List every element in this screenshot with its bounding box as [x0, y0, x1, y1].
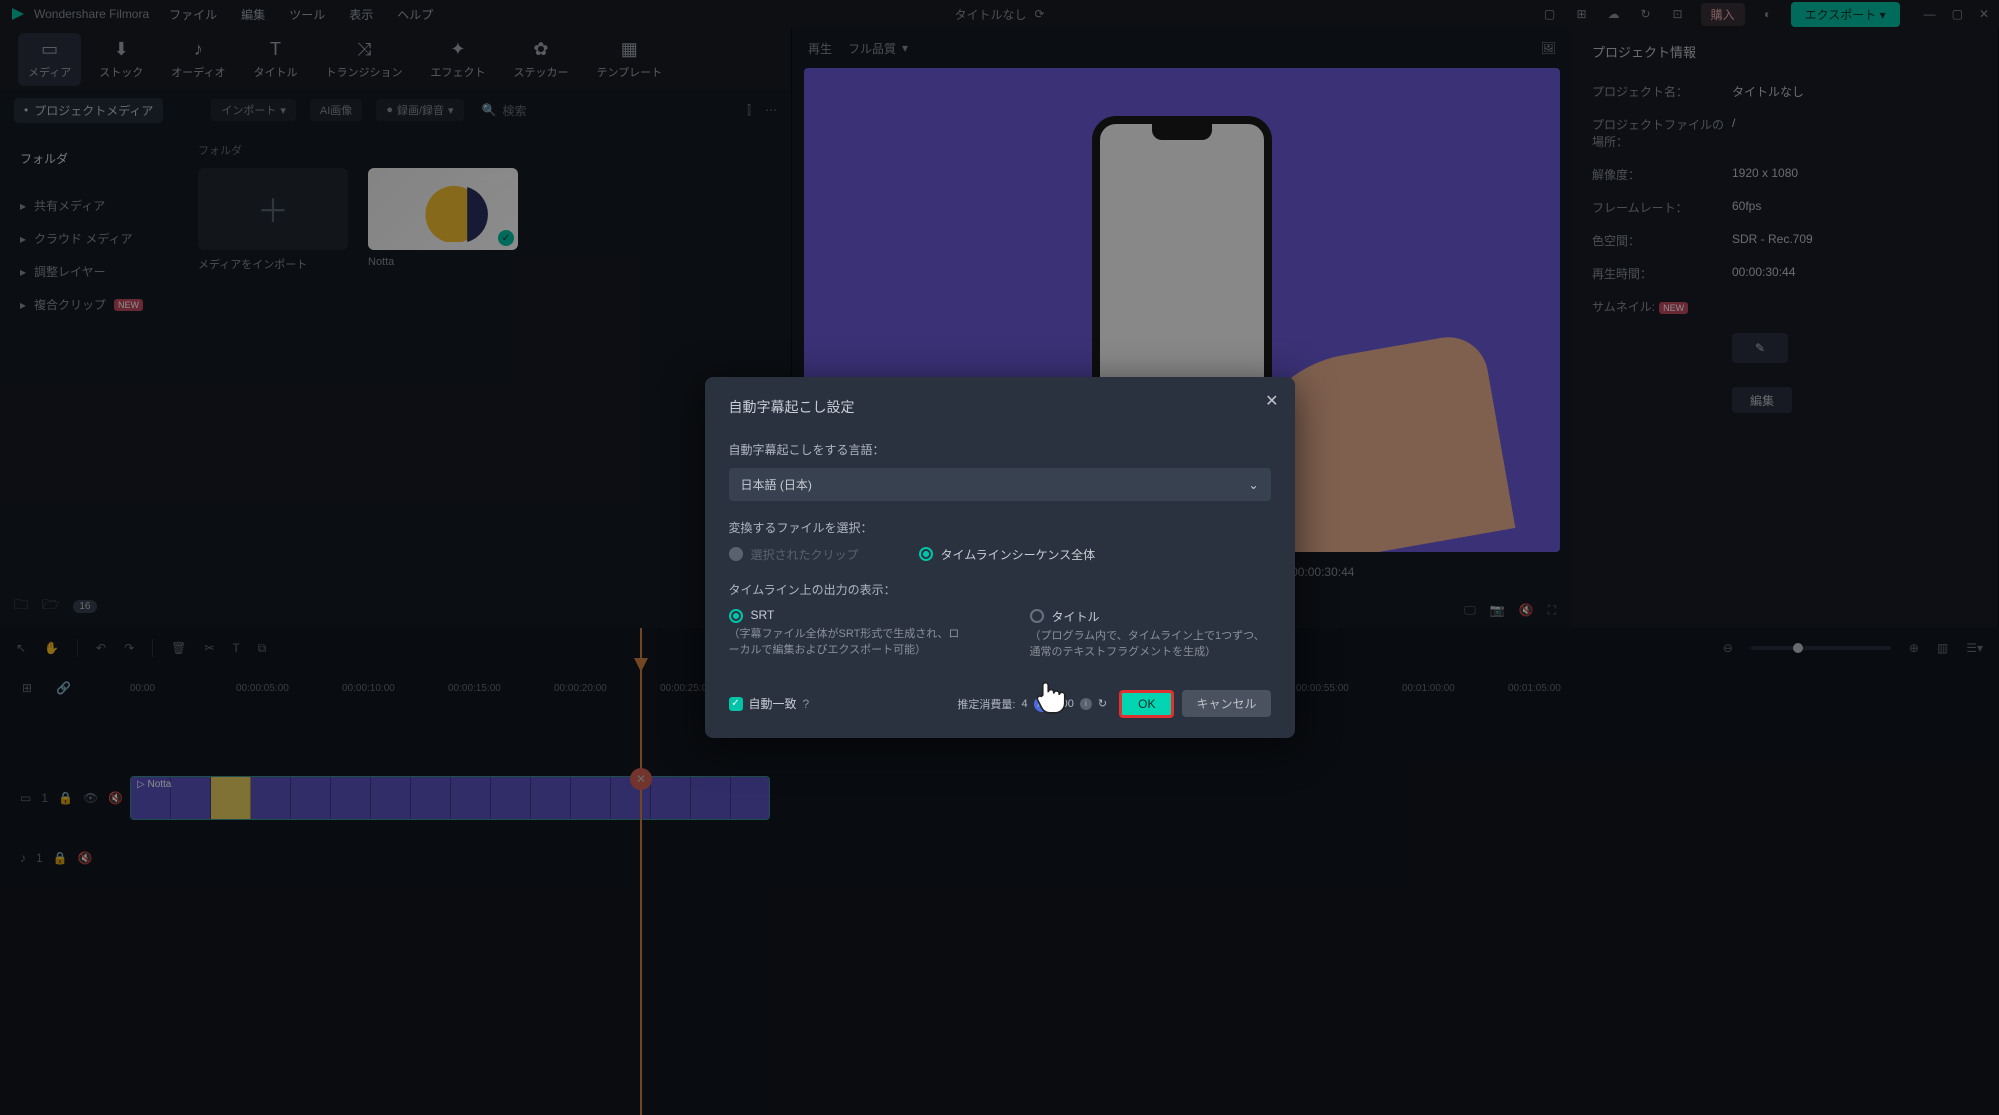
chevron-down-icon: ⌄ — [1248, 478, 1258, 492]
cost-value: 4 — [1021, 698, 1027, 710]
radio-title[interactable]: タイトル — [1030, 608, 1271, 625]
title-description: （プログラム内で、タイムライン上で1つずつ、通常のテキストフラグメントを生成） — [1030, 629, 1270, 660]
autofit-checkbox[interactable]: ✓ 自動一致 ? — [729, 695, 810, 712]
refresh-icon[interactable]: ↻ — [1098, 697, 1107, 710]
autofit-label: 自動一致 — [749, 695, 797, 712]
radio-srt[interactable]: SRT — [729, 608, 970, 623]
language-select[interactable]: 日本語 (日本) ⌄ — [729, 468, 1271, 501]
ai-credit-icon: AI — [1034, 696, 1050, 712]
credits-value: 100 — [1056, 698, 1074, 710]
auto-subtitle-dialog: 自動字幕起こし設定 ✕ 自動字幕起こしをする言語： 日本語 (日本) ⌄ 変換す… — [705, 377, 1295, 738]
radio-timeline-sequence[interactable]: タイムラインシーケンス全体 — [919, 546, 1096, 563]
file-select-label: 変換するファイルを選択： — [729, 519, 1271, 536]
cancel-button[interactable]: キャンセル — [1182, 690, 1270, 717]
srt-description: （字幕ファイル全体がSRT形式で生成され、ローカルで編集およびエクスポート可能） — [729, 627, 969, 658]
estimated-cost: 推定消費量: 4 AI 100 i ↻ — [957, 696, 1107, 712]
dialog-title: 自動字幕起こし設定 — [729, 397, 1271, 417]
language-label: 自動字幕起こしをする言語： — [729, 441, 1271, 458]
language-value: 日本語 (日本) — [741, 476, 812, 493]
help-icon[interactable]: ? — [803, 697, 810, 711]
output-label: タイムライン上の出力の表示： — [729, 581, 1271, 598]
close-icon[interactable]: ✕ — [1265, 391, 1278, 411]
radio-selected-clips: 選択されたクリップ — [729, 546, 859, 563]
ok-button[interactable]: OK — [1119, 690, 1174, 718]
info-icon[interactable]: i — [1080, 698, 1092, 710]
